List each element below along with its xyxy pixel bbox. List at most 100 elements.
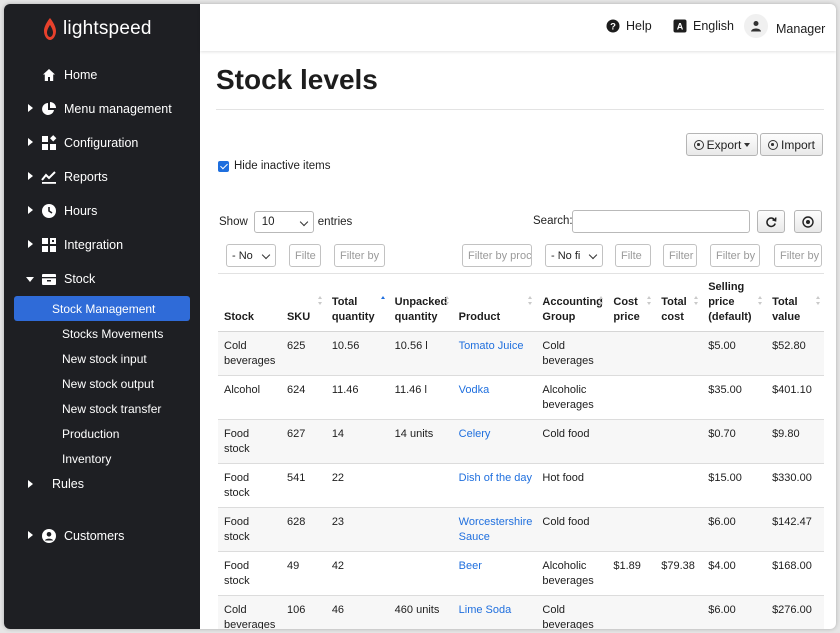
entries-select[interactable]: 10	[253, 211, 314, 233]
column-header-cost-price[interactable]: Cost price	[607, 273, 656, 332]
cell-total-cost	[655, 595, 703, 629]
product-link[interactable]: Celery	[459, 428, 491, 440]
sidebar-subitem-stocks-movements[interactable]: Stocks Movements	[14, 321, 190, 346]
entries-label: entries	[317, 216, 353, 228]
sidebar-item-label: Rules	[52, 477, 84, 491]
sidebar-item-configuration[interactable]: Configuration	[4, 126, 200, 160]
column-header-product[interactable]: Product	[452, 273, 537, 332]
column-header-stock[interactable]: Stock	[218, 273, 281, 332]
target-icon	[802, 215, 814, 228]
help-link[interactable]: ? Help	[606, 19, 652, 33]
cell-cost-price	[607, 331, 656, 376]
cell-unpacked-quantity: 11.46 l	[388, 375, 453, 420]
brand-logo[interactable]: lightspeed	[42, 15, 152, 43]
sidebar-item-hours[interactable]: Hours	[4, 194, 200, 228]
sidebar-subitem-new-stock-transfer[interactable]: New stock transfer	[14, 396, 190, 421]
sidebar-item-label: Hours	[64, 204, 98, 218]
column-header-unpacked-quantity[interactable]: Unpacked quantity	[388, 273, 453, 332]
table-row[interactable]: Cold beverages 625 10.56 10.56 l Tomato Juic…	[218, 331, 824, 376]
column-header-sku[interactable]: SKU	[280, 273, 326, 332]
filter-placeholder: Filter by	[716, 249, 756, 262]
column-header-total-cost[interactable]: Total cost	[655, 273, 703, 332]
chevron-down-icon	[261, 250, 271, 260]
import-button[interactable]: Import	[760, 133, 823, 156]
settings-button[interactable]	[794, 210, 822, 233]
brand-name: lightspeed	[63, 18, 152, 39]
user-menu[interactable]: Manager	[744, 14, 826, 38]
cell-product: Celery	[452, 419, 537, 464]
export-label: Export	[706, 137, 742, 152]
sidebar-subitem-stock-management[interactable]: Stock Management	[14, 296, 190, 321]
total-quantity-filter-input[interactable]: Filter by	[334, 244, 385, 267]
search-input[interactable]	[572, 210, 750, 233]
table-row[interactable]: Food stock 627 14 14 units Celery Cold food $0…	[218, 419, 824, 464]
avatar	[744, 14, 768, 38]
sku-filter-input[interactable]: Filte	[289, 244, 321, 267]
product-link[interactable]: Worcestershire Sauce	[459, 516, 533, 543]
language-label: English	[693, 19, 734, 33]
translate-icon: A	[673, 19, 687, 33]
chevron-down-icon	[588, 250, 598, 260]
language-selector[interactable]: A English	[673, 19, 734, 33]
cell-cost-price	[607, 375, 656, 420]
cell-sku: 49	[280, 551, 326, 596]
sidebar-nav: Home Menu management Configuration Repor…	[4, 58, 200, 553]
sidebar-item-home[interactable]: Home	[4, 58, 200, 92]
sidebar-subitem-new-stock-output[interactable]: New stock output	[14, 371, 190, 396]
sort-icon	[528, 296, 533, 306]
sidebar-item-rules[interactable]: Rules	[4, 471, 200, 497]
selling-price-filter-input[interactable]: Filter by	[710, 244, 760, 267]
divider	[216, 109, 824, 110]
caret-down-icon	[744, 142, 751, 147]
stock-filter-select[interactable]: - No	[226, 244, 276, 267]
total-value-filter-input[interactable]: Filter by	[774, 244, 822, 267]
product-link[interactable]: Lime Soda	[459, 604, 512, 616]
cell-stock: Food stock	[218, 463, 281, 508]
user-name: Manager	[776, 21, 826, 36]
sidebar-subitem-production[interactable]: Production	[14, 421, 190, 446]
filter-placeholder: Filte	[621, 249, 642, 262]
table-row[interactable]: Food stock 49 42 Beer Alcoholic beverages $1.…	[218, 551, 824, 596]
table-row[interactable]: Alcohol 624 11.46 11.46 l Vodka Alcoholic bev…	[218, 375, 824, 420]
cell-sku: 625	[280, 331, 326, 376]
main-content: Stock levels Export Import Hide inactive…	[200, 51, 836, 629]
cell-product: Dish of the day	[452, 463, 537, 508]
column-header-selling-price[interactable]: Selling price (default)	[702, 273, 767, 332]
product-link[interactable]: Dish of the day	[459, 472, 532, 484]
stock-table: Stock SKU Total quantity Unpacked quanti…	[218, 273, 824, 629]
caret-right-icon	[28, 138, 33, 146]
sidebar-item-stock[interactable]: Stock	[4, 262, 200, 296]
sidebar-subitem-inventory[interactable]: Inventory	[14, 446, 190, 471]
sidebar-item-reports[interactable]: Reports	[4, 160, 200, 194]
sidebar-subitem-new-stock-input[interactable]: New stock input	[14, 346, 190, 371]
product-filter-input[interactable]: Filter by proc	[462, 244, 532, 267]
accounting-group-filter-select[interactable]: - No fi	[545, 244, 603, 267]
hide-inactive-toggle[interactable]: Hide inactive items	[218, 160, 331, 172]
cell-stock: Food stock	[218, 507, 281, 552]
hide-inactive-checkbox[interactable]	[218, 160, 229, 172]
refresh-button[interactable]	[757, 210, 785, 233]
sidebar-item-integration[interactable]: Integration	[4, 228, 200, 262]
cost-price-filter-input[interactable]: Filte	[615, 244, 651, 267]
sidebar-item-label: Menu management	[64, 102, 172, 116]
table-row[interactable]: Food stock 541 22 Dish of the day Hot food $1…	[218, 463, 824, 508]
column-header-total-value[interactable]: Total value	[766, 273, 824, 332]
table-row[interactable]: Food stock 628 23 Worcestershire Sauce Cold …	[218, 507, 824, 552]
cell-unpacked-quantity	[388, 551, 453, 596]
cell-total-cost: $79.38	[655, 551, 703, 596]
total-cost-filter-input[interactable]: Filter	[663, 244, 697, 267]
column-header-total-quantity[interactable]: Total quantity	[325, 273, 389, 332]
sidebar-item-label: Integration	[64, 238, 124, 252]
product-link[interactable]: Beer	[459, 560, 482, 572]
table-row[interactable]: Cold beverages 106 46 460 units Lime Soda Col…	[218, 595, 824, 629]
refresh-icon	[766, 216, 777, 227]
product-link[interactable]: Tomato Juice	[459, 340, 524, 352]
cell-stock: Food stock	[218, 551, 281, 596]
product-link[interactable]: Vodka	[459, 384, 490, 396]
export-button[interactable]: Export	[686, 133, 758, 156]
sidebar-item-menu-management[interactable]: Menu management	[4, 92, 200, 126]
cell-sku: 627	[280, 419, 326, 464]
column-header-accounting-group[interactable]: Accounting Group	[536, 273, 608, 332]
sidebar-item-customers[interactable]: Customers	[4, 519, 200, 553]
sidebar-item-label: Reports	[64, 170, 108, 184]
